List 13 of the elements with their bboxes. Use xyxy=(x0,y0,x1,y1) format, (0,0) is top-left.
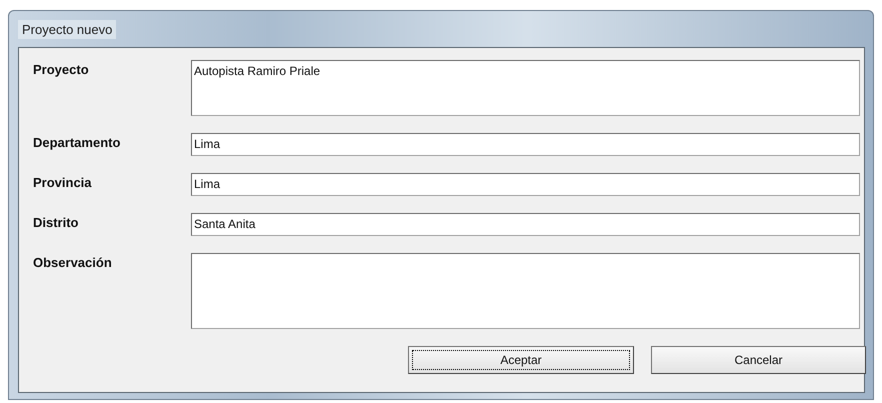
field-label: Proyecto xyxy=(33,61,90,77)
input-field[interactable]: Lima xyxy=(191,133,860,156)
field-label: Observación xyxy=(33,254,113,270)
text-area[interactable]: Autopista Ramiro Priale xyxy=(191,60,860,116)
field-label: Departamento xyxy=(33,134,122,150)
input-field[interactable]: Santa Anita xyxy=(191,213,860,236)
cancel-button[interactable]: Cancelar xyxy=(651,346,866,374)
text-area[interactable] xyxy=(191,253,860,329)
field-label: Provincia xyxy=(33,174,93,190)
accept-button[interactable]: Aceptar xyxy=(408,346,634,374)
field-label: Distrito xyxy=(33,214,80,230)
input-field[interactable]: Lima xyxy=(191,173,860,196)
window-title: Proyecto nuevo xyxy=(18,20,116,38)
